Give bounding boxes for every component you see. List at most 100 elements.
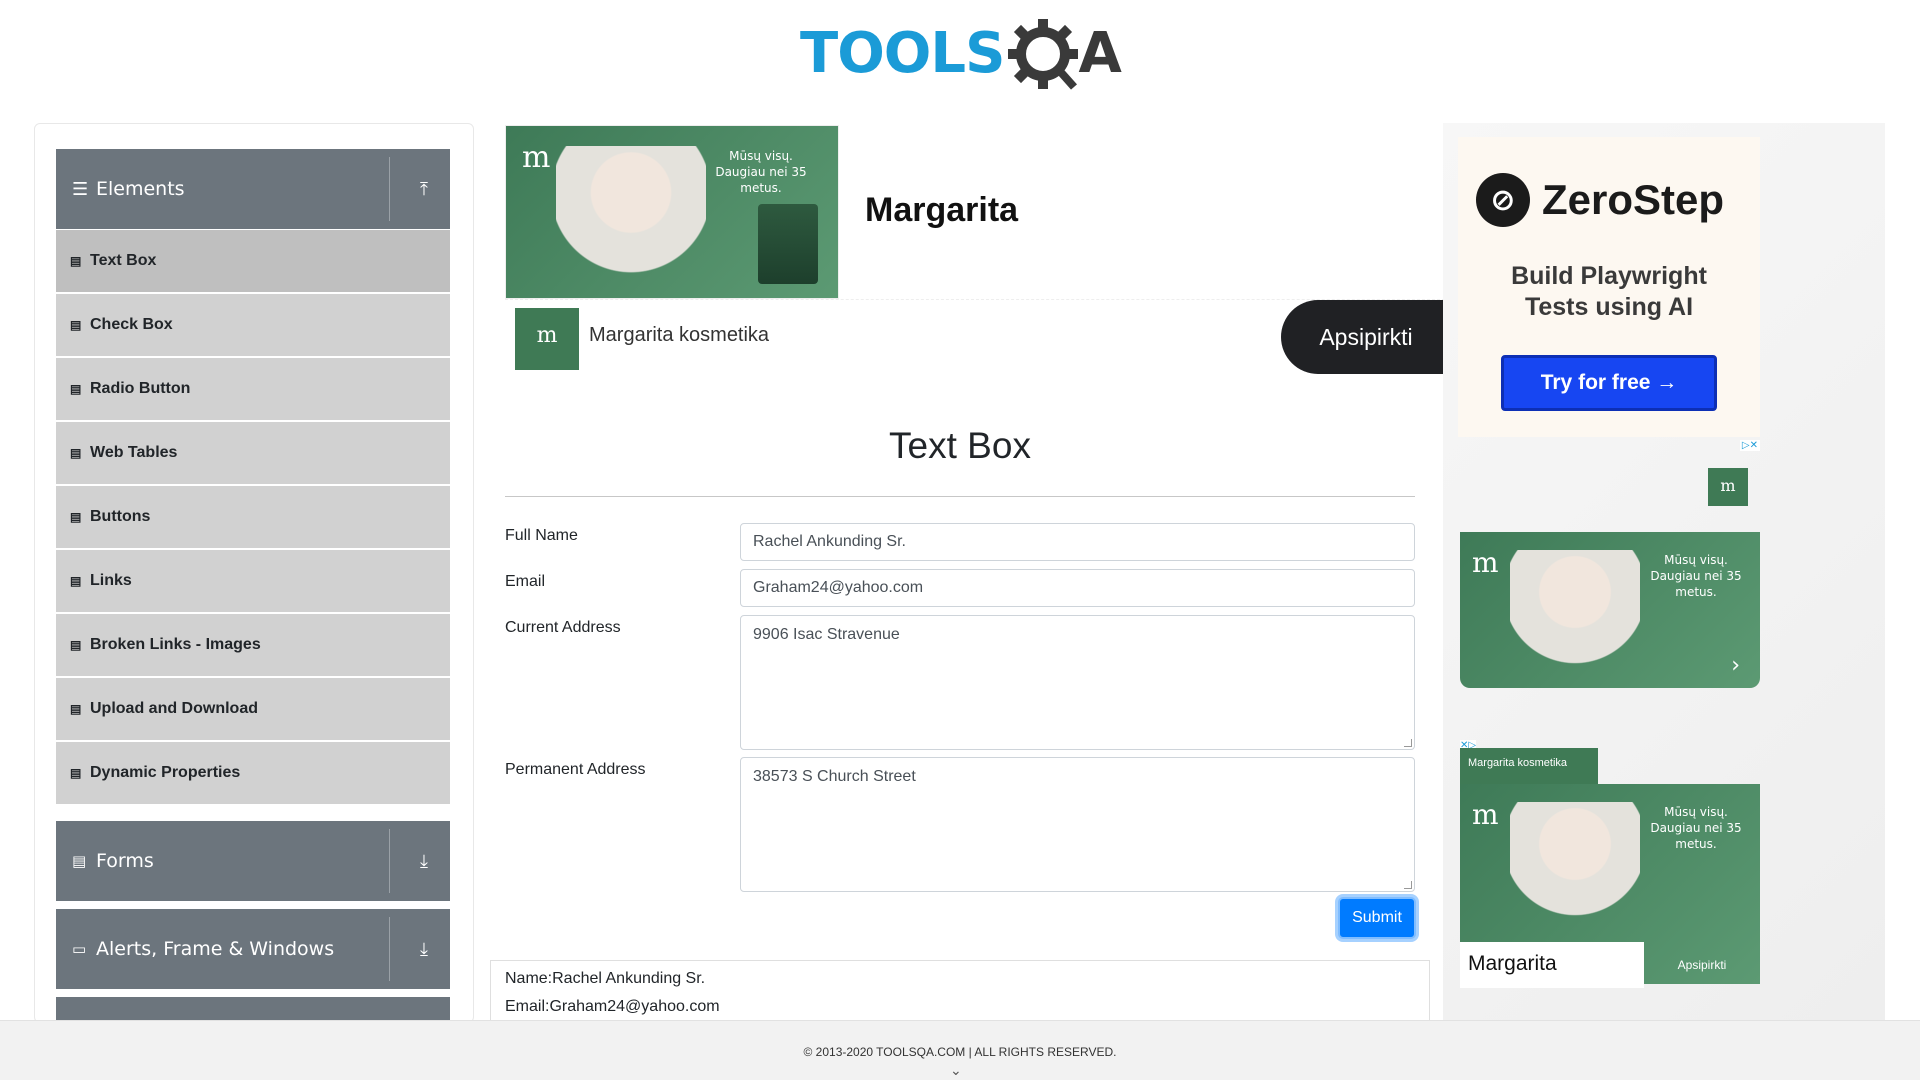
document-icon: ▤: [72, 852, 87, 870]
download-icon[interactable]: ⤓: [404, 851, 444, 872]
submit-button[interactable]: Submit: [1338, 897, 1416, 939]
resize-handle[interactable]: [1404, 881, 1412, 889]
window-icon: ▭: [72, 940, 87, 958]
chevron-right-icon[interactable]: ›: [1731, 653, 1740, 678]
zerostep-logo-icon: ⊘: [1476, 173, 1530, 227]
sidebar-item-buttons[interactable]: ▤ Buttons: [56, 486, 450, 548]
group-label: Forms: [96, 850, 154, 872]
sidebar-item-links[interactable]: ▤ Links: [56, 550, 450, 612]
page-icon: ▤: [70, 318, 82, 332]
page-icon: ▤: [70, 638, 82, 652]
ad-banner-text: Mūsų visų. Daugiau nei 35 metus.: [715, 149, 807, 195]
output-email: Email:Graham24@yahoo.com: [505, 998, 720, 1015]
group-label: Alerts, Frame & Windows: [96, 938, 335, 960]
top-ad[interactable]: m Mūsų visų. Daugiau nei 35 metus. Marga…: [505, 125, 1451, 375]
sidebar-item-radio-button[interactable]: ▤ Radio Button: [56, 358, 450, 420]
resize-handle[interactable]: [1404, 739, 1412, 747]
zerostep-tagline: Build Playwright Tests using AI: [1511, 262, 1707, 321]
full-name-input[interactable]: Rachel Ankunding Sr.: [740, 523, 1415, 561]
ad-brand[interactable]: Margarita: [1460, 942, 1644, 988]
ad-image[interactable]: m Mūsų visų. Daugiau nei 35 metus. ›: [1460, 532, 1760, 688]
page-icon: ▤: [70, 446, 82, 460]
toolsqa-logo[interactable]: TOOLS A: [800, 14, 1122, 94]
page-icon: ▤: [70, 382, 82, 396]
footer: © 2013-2020 TOOLSQA.COM | ALL RIGHTS RES…: [0, 1020, 1920, 1080]
sidebar-item-label: Radio Button: [90, 380, 191, 397]
product-image: [758, 204, 818, 284]
sidebar-item-label: Broken Links - Images: [90, 636, 261, 653]
sidebar-item-broken-links[interactable]: ▤ Broken Links - Images: [56, 614, 450, 676]
group-label: Elements: [96, 178, 185, 200]
ad-photo: [556, 146, 706, 298]
sidebar-item-label: Buttons: [90, 508, 151, 525]
ad-shop-button[interactable]: Apsipirkti: [1281, 300, 1451, 374]
zerostep-name: ZeroStep: [1542, 176, 1725, 223]
permanent-address-textarea[interactable]: 38573 S Church Street: [740, 757, 1415, 892]
header: TOOLS A: [0, 0, 1920, 110]
page-title: Text Box: [889, 425, 1031, 466]
margarita-logo-icon[interactable]: m: [515, 308, 579, 370]
divider: [389, 917, 390, 981]
sidebar-item-dynamic-properties[interactable]: ▤ Dynamic Properties: [56, 742, 450, 804]
chevron-down-icon[interactable]: ⌄: [950, 1063, 962, 1079]
gear-icon: [1008, 19, 1079, 90]
permanent-address-label: Permanent Address: [505, 761, 646, 778]
page-icon: ▤: [70, 702, 82, 716]
ad-photo: [1510, 802, 1640, 942]
page-icon: ▤: [70, 510, 82, 524]
output-box: Name:Rachel Ankunding Sr. Email:Graham24…: [490, 960, 1430, 1020]
current-address-textarea[interactable]: 9906 Isac Stravenue: [740, 615, 1415, 750]
divider: [389, 157, 390, 221]
page-icon: ▤: [70, 254, 82, 268]
ad-banner-text: Mūsų visų. Daugiau nei 35 metus.: [1650, 553, 1742, 599]
ad-advertiser[interactable]: Margarita kosmetika: [589, 324, 769, 347]
sidebar-item-label: Check Box: [90, 316, 173, 333]
title-divider: [505, 496, 1415, 497]
footer-text: © 2013-2020 TOOLSQA.COM | ALL RIGHTS RES…: [803, 1045, 1117, 1059]
sidebar-item-check-box[interactable]: ▤ Check Box: [56, 294, 450, 356]
page-icon: ▤: [70, 766, 82, 780]
sidebar-item-label: Web Tables: [90, 444, 178, 461]
group-header-alerts[interactable]: ▭ Alerts, Frame & Windows ⤓: [56, 909, 450, 989]
margarita-logo-icon: m: [1472, 546, 1499, 579]
ad-photo: [1510, 550, 1640, 688]
current-address-label: Current Address: [505, 619, 621, 636]
sidebar-item-label: Upload and Download: [90, 700, 258, 717]
logo-qa-text: A: [1004, 15, 1122, 93]
hamburger-icon: ☰: [72, 178, 89, 200]
logo-tools-text: TOOLS: [800, 21, 1005, 86]
upload-icon[interactable]: ⤒: [404, 179, 444, 200]
sidebar-item-label: Text Box: [90, 252, 157, 269]
ad-brand[interactable]: Margarita: [865, 191, 1018, 230]
ad-image[interactable]: m Mūsų visų. Daugiau nei 35 metus.: [505, 125, 839, 299]
email-label: Email: [505, 573, 546, 590]
zerostep-logo: ⊘ ZeroStep: [1476, 173, 1724, 227]
email-input[interactable]: Graham24@yahoo.com: [740, 569, 1415, 607]
sidebar-item-label: Links: [90, 572, 132, 589]
try-free-button[interactable]: Try for free →: [1501, 355, 1717, 411]
download-icon[interactable]: ⤓: [404, 939, 444, 960]
sidebar-item-upload-download[interactable]: ▤ Upload and Download: [56, 678, 450, 740]
group-header-partial[interactable]: [56, 997, 450, 1021]
group-header-elements[interactable]: ☰ Elements ⤒: [56, 149, 450, 229]
margarita-ad-2[interactable]: ▷✕ m m Mūsų visų. Daugiau nei 35 metus. …: [1460, 440, 1760, 688]
ad-shop-button[interactable]: Apsipirkti: [1644, 942, 1760, 988]
ad-banner-text: Mūsų visų. Daugiau nei 35 metus.: [1650, 805, 1742, 851]
group-header-forms[interactable]: ▤ Forms ⤓: [56, 821, 450, 901]
adchoices-icon[interactable]: ▷✕: [1739, 440, 1760, 451]
margarita-ad-3[interactable]: ✕▷ Margarita kosmetika m Mūsų visų. Daug…: [1460, 740, 1760, 988]
margarita-logo-icon: m: [522, 140, 551, 175]
permanent-address-value: 38573 S Church Street: [753, 768, 916, 785]
sidebar-item-label: Dynamic Properties: [90, 764, 241, 781]
current-address-value: 9906 Isac Stravenue: [753, 626, 900, 643]
page-icon: ▤: [70, 574, 82, 588]
ad-row: m Margarita kosmetika Apsipirkti: [505, 299, 1451, 375]
sidebar-item-text-box[interactable]: ▤ Text Box: [56, 230, 450, 292]
output-name: Name:Rachel Ankunding Sr.: [505, 970, 706, 987]
divider: [389, 829, 390, 893]
full-name-label: Full Name: [505, 527, 578, 544]
zerostep-ad[interactable]: ⊘ ZeroStep Build Playwright Tests using …: [1458, 137, 1760, 437]
margarita-logo-icon: m: [1708, 468, 1748, 506]
sidebar-item-web-tables[interactable]: ▤ Web Tables: [56, 422, 450, 484]
margarita-logo-icon: m: [1472, 798, 1499, 831]
